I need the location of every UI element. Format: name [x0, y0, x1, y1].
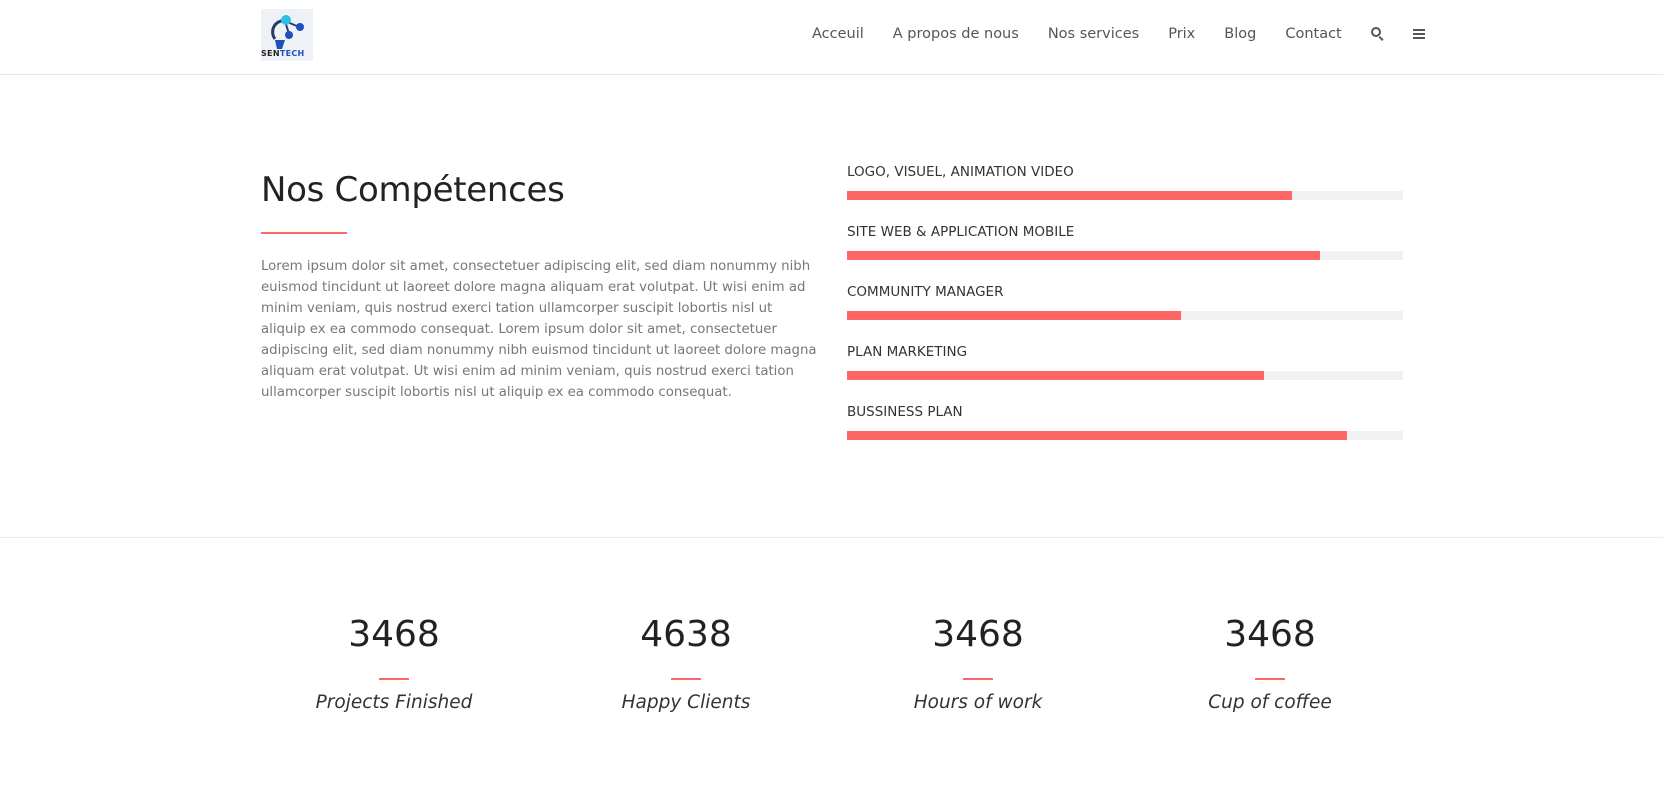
skill-item: PLAN MARKETING: [847, 344, 1403, 404]
counter-label: Hours of work: [913, 692, 1043, 713]
counter-underline: [1255, 678, 1285, 680]
skill-item: COMMUNITY MANAGER: [847, 284, 1403, 344]
counter-value: 3468: [932, 614, 1024, 655]
skill-label: BUSSINESS PLAN: [847, 404, 963, 420]
site-header: SENTECH Acceuil A propos de nous Nos ser…: [0, 0, 1663, 75]
section-divider: [0, 537, 1663, 538]
skill-label: LOGO, VISUEL, ANIMATION VIDEO: [847, 164, 1074, 180]
skill-label: SITE WEB & APPLICATION MOBILE: [847, 224, 1075, 240]
counter-coffee: 3468 Cup of coffee: [1124, 610, 1416, 713]
skill-progress-track: [847, 191, 1403, 200]
nav-item-prix[interactable]: Prix: [1168, 26, 1195, 42]
section-title: Nos Compétences: [261, 170, 565, 210]
skill-label: PLAN MARKETING: [847, 344, 968, 360]
nav-item-a-propos[interactable]: A propos de nous: [893, 26, 1019, 42]
logo-wordmark-suffix: TECH: [279, 49, 305, 58]
skill-item: LOGO, VISUEL, ANIMATION VIDEO: [847, 164, 1403, 224]
counter-clients: 4638 Happy Clients: [540, 610, 832, 713]
skill-progress-fill: [847, 311, 1181, 320]
logo-wordmark-prefix: SEN: [261, 49, 280, 58]
counter-underline: [963, 678, 993, 680]
nav-item-contact[interactable]: Contact: [1285, 26, 1341, 42]
skill-progress-track: [847, 251, 1403, 260]
counter-underline: [671, 678, 701, 680]
title-underline: [261, 232, 347, 234]
skill-progress-fill: [847, 431, 1348, 440]
counter-projects: 3468 Projects Finished: [248, 610, 540, 713]
counter-label: Happy Clients: [621, 692, 751, 713]
search-icon[interactable]: [1370, 27, 1385, 41]
skill-progress-track: [847, 371, 1403, 380]
skill-progress-track: [847, 431, 1403, 440]
skill-progress-fill: [847, 251, 1320, 260]
counter-value: 3468: [348, 614, 440, 655]
skill-label: COMMUNITY MANAGER: [847, 284, 1004, 300]
counter-label: Cup of coffee: [1208, 692, 1332, 713]
skills-list: LOGO, VISUEL, ANIMATION VIDEO SITE WEB &…: [847, 164, 1403, 464]
skill-item: SITE WEB & APPLICATION MOBILE: [847, 224, 1403, 284]
logo-wordmark: SENTECH: [261, 49, 305, 58]
nav-item-blog[interactable]: Blog: [1224, 26, 1256, 42]
menu-icon[interactable]: [1412, 27, 1427, 41]
counter-label: Projects Finished: [315, 692, 473, 713]
counter-value: 3468: [1224, 614, 1316, 655]
nav-item-nos-services[interactable]: Nos services: [1048, 26, 1139, 42]
skill-progress-track: [847, 311, 1403, 320]
skill-progress-fill: [847, 371, 1264, 380]
counter-underline: [379, 678, 409, 680]
skill-item: BUSSINESS PLAN: [847, 404, 1403, 464]
main-nav: Acceuil A propos de nous Nos services Pr…: [812, 24, 1455, 44]
counter-hours: 3468 Hours of work: [832, 610, 1124, 713]
skill-progress-fill: [847, 191, 1292, 200]
nav-item-acceuil[interactable]: Acceuil: [812, 26, 864, 42]
intro-paragraph: Lorem ipsum dolor sit amet, consectetuer…: [261, 259, 817, 400]
counter-value: 4638: [640, 614, 732, 655]
